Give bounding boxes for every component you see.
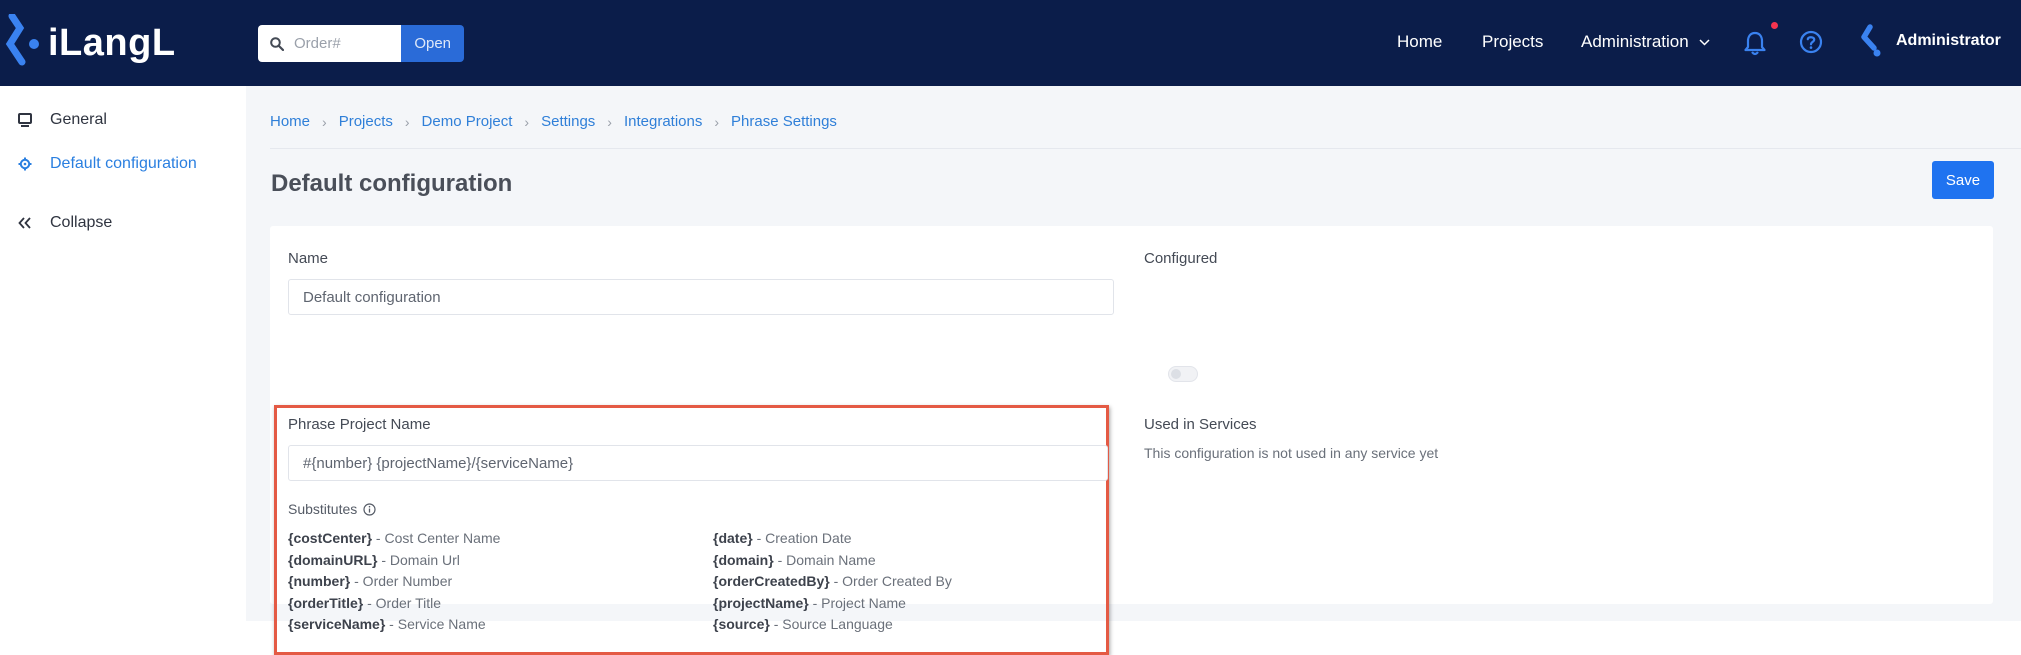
breadcrumb-home[interactable]: Home bbox=[270, 113, 310, 130]
substitute-desc: - Project Name bbox=[808, 594, 906, 611]
substitutes-heading: Substitutes bbox=[288, 501, 376, 517]
order-search-input[interactable] bbox=[292, 34, 391, 53]
substitute-desc: - Domain Url bbox=[377, 551, 460, 568]
name-label: Name bbox=[288, 250, 329, 267]
logo-text: iLangL bbox=[48, 21, 176, 64]
substitute-desc: - Source Language bbox=[769, 616, 893, 632]
info-icon[interactable] bbox=[363, 502, 376, 516]
substitute-key: {orderTitle} bbox=[288, 594, 364, 611]
substitute-desc: - Creation Date bbox=[752, 530, 852, 546]
breadcrumb: Home › Projects › Demo Project › Setting… bbox=[270, 113, 837, 130]
user-name: Administrator bbox=[1896, 32, 2001, 49]
phrase-project-name-label: Phrase Project Name bbox=[288, 416, 431, 433]
substitute-desc: - Domain Name bbox=[773, 551, 876, 568]
substitute-desc: - Cost Center Name bbox=[372, 530, 501, 546]
chevron-down-icon bbox=[1699, 38, 1710, 46]
breadcrumb-separator-icon: › bbox=[607, 113, 612, 130]
sidebar-item-general[interactable]: General bbox=[18, 111, 107, 129]
sidebar-item-label: General bbox=[50, 111, 107, 128]
substitute-item: {date} - Creation Date bbox=[713, 530, 852, 546]
substitute-desc: - Service Name bbox=[385, 616, 486, 632]
breadcrumb-divider bbox=[270, 148, 2021, 149]
search-box bbox=[258, 25, 402, 62]
logo[interactable]: iLangL bbox=[0, 14, 176, 72]
substitute-key: {projectName} bbox=[713, 594, 809, 611]
substitute-item: {projectName} - Project Name bbox=[713, 595, 906, 611]
breadcrumb-projects[interactable]: Projects bbox=[339, 113, 393, 130]
breadcrumb-settings[interactable]: Settings bbox=[541, 113, 595, 130]
breadcrumb-separator-icon: › bbox=[524, 113, 530, 130]
substitute-desc: - Order Title bbox=[363, 594, 442, 611]
name-field[interactable]: Default configuration bbox=[288, 279, 1114, 315]
substitute-key: {number} bbox=[288, 573, 351, 589]
substitute-key: {costCenter} bbox=[288, 530, 373, 546]
substitute-item: {domain} - Domain Name bbox=[713, 552, 876, 568]
used-in-services-label: Used in Services bbox=[1144, 416, 1257, 433]
phrase-project-name-section: Phrase Project Name #{number} {projectNa… bbox=[274, 405, 1109, 655]
sidebar-item-collapse[interactable]: Collapse bbox=[18, 214, 112, 232]
breadcrumb-demo-project[interactable]: Demo Project bbox=[422, 113, 513, 130]
main-content: Home › Projects › Demo Project › Setting… bbox=[246, 86, 2021, 655]
substitute-item: {number} - Order Number bbox=[288, 573, 452, 589]
substitutes-label: Substitutes bbox=[288, 501, 358, 517]
breadcrumb-integrations[interactable]: Integrations bbox=[624, 113, 702, 130]
substitute-item: {costCenter} - Cost Center Name bbox=[288, 530, 500, 546]
help-icon[interactable] bbox=[1799, 30, 1823, 54]
substitute-key: {serviceName} bbox=[288, 616, 386, 632]
substitute-item: {domainURL} - Domain Url bbox=[288, 552, 460, 568]
sidebar-item-label: Default configuration bbox=[50, 155, 197, 172]
breadcrumb-phrase-settings[interactable]: Phrase Settings bbox=[731, 113, 837, 130]
sidebar: General Default configuration Collapse bbox=[0, 86, 246, 621]
substitute-desc: - Order Created By bbox=[829, 573, 952, 589]
substitute-item: {serviceName} - Service Name bbox=[288, 616, 486, 632]
sidebar-item-default-configuration[interactable]: Default configuration bbox=[18, 155, 197, 173]
configured-toggle[interactable] bbox=[1168, 366, 1198, 382]
user-avatar-icon bbox=[1861, 24, 1881, 57]
substitute-key: {source} bbox=[713, 616, 770, 632]
breadcrumb-separator-icon: › bbox=[322, 113, 327, 130]
nav-home[interactable]: Home bbox=[1397, 32, 1442, 52]
notification-dot bbox=[1771, 22, 1778, 29]
page-title: Default configuration bbox=[271, 170, 513, 197]
phrase-project-name-field[interactable]: #{number} {projectName}/{serviceName} bbox=[288, 445, 1108, 481]
configured-label: Configured bbox=[1144, 250, 1218, 267]
sidebar-item-label: Collapse bbox=[50, 214, 113, 231]
nav-administration-label: Administration bbox=[1581, 32, 1689, 51]
substitute-key: {orderCreatedBy} bbox=[713, 573, 830, 589]
nav-projects[interactable]: Projects bbox=[1482, 32, 1543, 52]
double-chevron-left-icon bbox=[18, 217, 31, 229]
toggle-knob bbox=[1171, 369, 1181, 379]
used-in-services-text: This configuration is not used in any se… bbox=[1144, 445, 1439, 461]
breadcrumb-separator-icon: › bbox=[404, 113, 410, 130]
save-button[interactable]: Save bbox=[1932, 161, 1994, 199]
bell-icon[interactable] bbox=[1744, 30, 1766, 56]
configuration-form-card: Name Default configuration Configured Us… bbox=[270, 226, 1993, 655]
search-icon bbox=[270, 36, 284, 51]
top-navbar: iLangL Open Home Projects Administration bbox=[0, 0, 2021, 86]
ilangl-logo-icon bbox=[5, 14, 39, 66]
gear-icon bbox=[18, 157, 32, 171]
substitute-desc: - Order Number bbox=[350, 573, 453, 589]
open-button[interactable]: Open bbox=[401, 25, 464, 62]
nav-administration[interactable]: Administration bbox=[1581, 32, 1710, 52]
substitute-item: {orderTitle} - Order Title bbox=[288, 595, 441, 611]
breadcrumb-separator-icon: › bbox=[714, 113, 720, 130]
order-search: Open bbox=[258, 25, 464, 62]
substitute-key: {date} bbox=[713, 530, 753, 546]
substitute-item: {orderCreatedBy} - Order Created By bbox=[713, 573, 952, 589]
substitute-item: {source} - Source Language bbox=[713, 616, 893, 632]
substitute-key: {domainURL} bbox=[288, 551, 378, 568]
substitute-key: {domain} bbox=[713, 551, 774, 568]
monitor-icon bbox=[18, 113, 32, 127]
user-menu[interactable]: Administrator bbox=[1856, 24, 2001, 58]
